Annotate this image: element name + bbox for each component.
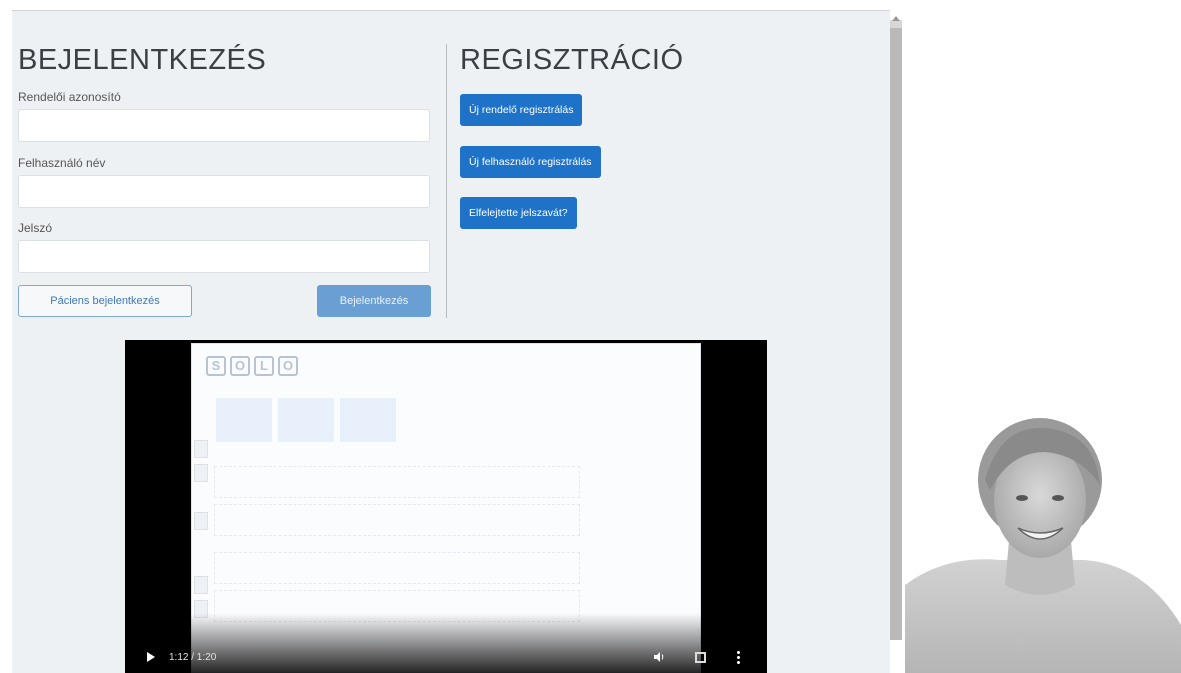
page: BEJELENTKEZÉS Rendelői azonosító Felhasz…: [0, 0, 1181, 673]
video-side-marker: [194, 576, 208, 594]
video-tooth-chart-row: [214, 504, 580, 536]
section-divider: [446, 44, 447, 318]
registration-title: REGISZTRÁCIÓ: [460, 44, 684, 76]
video-logo-letter: S: [206, 356, 226, 376]
video-logo-letter: O: [230, 356, 250, 376]
smiling-woman-portrait: [905, 410, 1181, 673]
video-time: 1:12 / 1:20: [169, 652, 217, 663]
play-icon[interactable]: [147, 652, 155, 662]
password-label: Jelszó: [18, 221, 53, 235]
video-tooth-chart-row: [214, 466, 580, 498]
video-nav-block: [340, 398, 396, 442]
login-button[interactable]: Bejelentkezés: [317, 285, 431, 317]
video-controls-bar: [125, 613, 767, 673]
scroll-up-arrow-icon[interactable]: [892, 16, 900, 21]
video-tooth-chart-row: [214, 552, 580, 584]
practice-id-input[interactable]: [18, 109, 430, 142]
username-input[interactable]: [18, 175, 430, 208]
video-logo-letter: L: [254, 356, 274, 376]
scrollbar-thumb[interactable]: [890, 28, 902, 640]
login-title: BEJELENTKEZÉS: [18, 44, 267, 76]
practice-id-label: Rendelői azonosító: [18, 90, 121, 104]
video-nav-block: [278, 398, 334, 442]
video-side-marker: [194, 440, 208, 458]
fullscreen-icon[interactable]: [695, 652, 706, 663]
video-side-marker: [194, 464, 208, 482]
patient-login-button[interactable]: Páciens bejelentkezés: [18, 285, 192, 317]
username-label: Felhasználó név: [18, 156, 106, 170]
video-nav-block: [216, 398, 272, 442]
password-input[interactable]: [18, 240, 430, 273]
new-user-register-button[interactable]: Új felhasználó regisztrálás: [460, 146, 601, 178]
more-options-icon[interactable]: [737, 651, 741, 665]
video-logo-letter: O: [278, 356, 298, 376]
video-player[interactable]: S O L O 1:12 / 1:20: [125, 340, 767, 673]
video-side-marker: [194, 512, 208, 530]
forgot-password-button[interactable]: Elfelejtette jelszavát?: [460, 197, 577, 229]
new-practice-register-button[interactable]: Új rendelő regisztrálás: [460, 94, 583, 126]
volume-icon[interactable]: [653, 651, 665, 663]
